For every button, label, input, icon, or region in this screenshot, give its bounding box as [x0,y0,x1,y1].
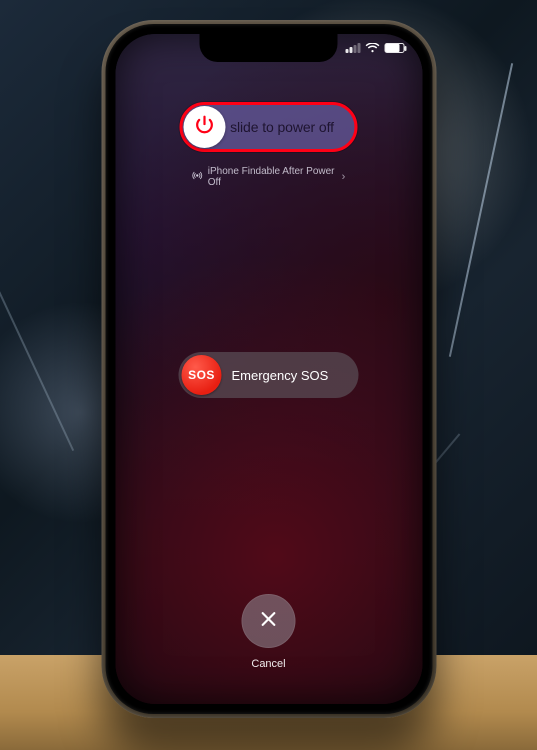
cancel-label: Cancel [251,658,285,670]
battery-icon [384,43,404,53]
power-off-knob[interactable] [184,106,226,148]
phone-frame: slide to power off iPhone Findable After… [101,20,436,718]
marble-vein [0,269,74,451]
sos-label: Emergency SOS [222,368,359,383]
power-icon [194,114,216,141]
close-icon [259,609,279,634]
phone-bezel: slide to power off iPhone Findable After… [105,24,432,714]
sos-knob-text: SOS [188,368,215,382]
status-bar [346,43,405,53]
power-off-slider[interactable]: slide to power off [180,102,358,152]
sos-knob[interactable]: SOS [182,355,222,395]
findable-link[interactable]: iPhone Findable After Power Off › [192,166,346,188]
cancel-button[interactable] [242,594,296,648]
cellular-signal-icon [346,43,361,53]
power-off-label: slide to power off [226,119,355,135]
wifi-icon [365,43,379,53]
findable-text: iPhone Findable After Power Off [208,166,337,188]
cancel-area: Cancel [242,594,296,670]
emergency-sos-slider[interactable]: SOS Emergency SOS [179,352,359,398]
broadcast-icon [192,170,203,184]
display-notch [200,34,338,62]
marble-vein [449,63,513,357]
phone-screen: slide to power off iPhone Findable After… [115,34,422,704]
chevron-right-icon: › [342,171,346,183]
